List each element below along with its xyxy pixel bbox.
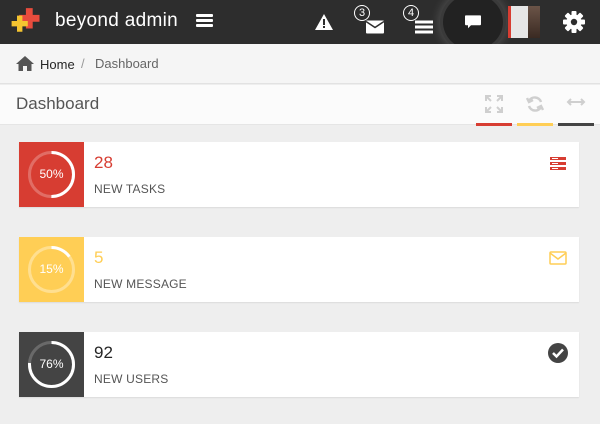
stat-label: NEW MESSAGE bbox=[94, 277, 187, 291]
red-accent-bar bbox=[476, 123, 512, 126]
messages-button[interactable]: 3 bbox=[354, 0, 394, 44]
brand-name[interactable]: beyond admin bbox=[55, 10, 178, 32]
settings-button[interactable] bbox=[554, 0, 594, 44]
progress-percent: 15% bbox=[39, 262, 64, 276]
breadcrumb-separator: / bbox=[81, 56, 85, 71]
stat-number: 5 bbox=[94, 248, 104, 267]
home-icon bbox=[16, 56, 34, 71]
alerts-button[interactable] bbox=[304, 0, 344, 44]
stat-card-progress: 15% bbox=[19, 237, 84, 302]
menu-icon bbox=[196, 14, 213, 17]
stat-card-progress: 76% bbox=[19, 332, 84, 397]
stat-card-users[interactable]: 76% 92 NEW USERS bbox=[19, 332, 579, 397]
stat-card-tasks[interactable]: 50% 28 NEW TASKS bbox=[19, 142, 579, 207]
sidebar-toggle-button[interactable] bbox=[196, 12, 216, 32]
tasks-count-badge: 4 bbox=[403, 5, 419, 21]
messages-count-badge: 3 bbox=[354, 5, 370, 21]
breadcrumb-current: Dashboard bbox=[95, 56, 159, 71]
tasks-icon bbox=[414, 20, 433, 34]
collapse-button[interactable] bbox=[558, 85, 594, 126]
tasks-button[interactable]: 4 bbox=[403, 0, 443, 44]
breadcrumb-home-link[interactable]: Home bbox=[16, 56, 75, 72]
stat-number: 92 bbox=[94, 343, 113, 362]
envelope-icon bbox=[365, 20, 384, 34]
expand-icon bbox=[485, 95, 503, 113]
page-header: Dashboard bbox=[0, 85, 600, 126]
logo-icon bbox=[11, 8, 40, 32]
stat-label: NEW USERS bbox=[94, 372, 169, 386]
envelope-icon bbox=[549, 251, 567, 265]
dark-accent-bar bbox=[558, 123, 594, 126]
stat-label: NEW TASKS bbox=[94, 182, 166, 196]
check-circle-icon bbox=[548, 343, 568, 363]
refresh-icon bbox=[526, 96, 544, 112]
progress-percent: 76% bbox=[39, 357, 64, 371]
stat-card-progress: 50% bbox=[19, 142, 84, 207]
arrows-horizontal-icon bbox=[566, 98, 586, 106]
warning-icon bbox=[315, 14, 333, 30]
progress-percent: 50% bbox=[39, 167, 64, 181]
stat-number: 28 bbox=[94, 153, 113, 172]
top-navbar: beyond admin 3 4 bbox=[0, 0, 600, 50]
tasks-icon bbox=[550, 157, 566, 170]
page-title: Dashboard bbox=[16, 94, 100, 113]
refresh-button[interactable] bbox=[517, 85, 553, 126]
breadcrumb-home-label: Home bbox=[40, 57, 75, 72]
stat-card-messages[interactable]: 15% 5 NEW MESSAGE bbox=[19, 237, 579, 302]
chat-button[interactable] bbox=[443, 0, 503, 50]
user-avatar[interactable] bbox=[508, 6, 540, 38]
breadcrumb: Home / Dashboard bbox=[0, 44, 600, 84]
gear-icon bbox=[563, 11, 585, 33]
fullscreen-button[interactable] bbox=[476, 85, 512, 126]
yellow-accent-bar bbox=[517, 123, 553, 126]
chat-icon bbox=[465, 15, 481, 29]
